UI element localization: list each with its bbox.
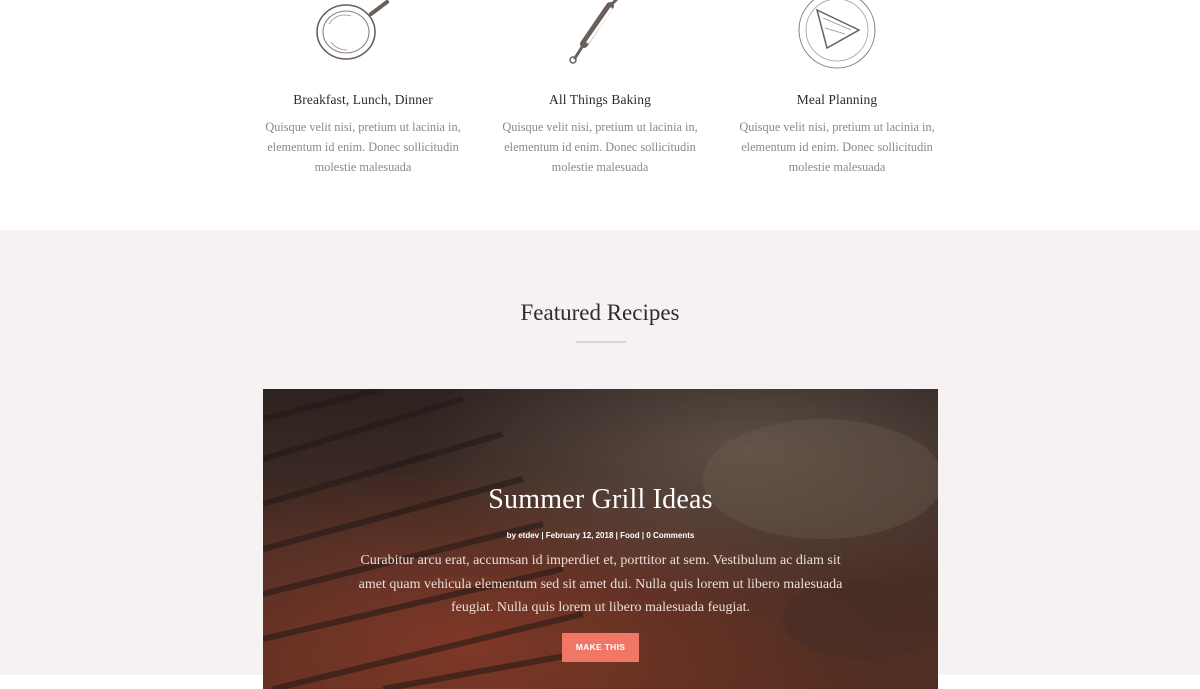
post-category[interactable]: Food bbox=[620, 531, 640, 540]
make-this-button[interactable]: MAKE THIS bbox=[562, 632, 639, 662]
section-divider bbox=[576, 341, 626, 343]
post-content: Summer Grill Ideas by etdev | February 1… bbox=[263, 484, 938, 662]
post-meta: by etdev | February 12, 2018 | Food | 0 … bbox=[506, 531, 695, 540]
feature-text: Quisque velit nisi, pretium ut lacinia i… bbox=[739, 120, 935, 174]
rolling-pin-icon bbox=[569, 0, 619, 64]
plate-icon bbox=[798, 0, 876, 69]
post-excerpt: Curabitur arcu erat, accumsan id imperdi… bbox=[358, 553, 843, 615]
featured-recipes-section: Featured Recipes Summer Grill Ideas by e… bbox=[0, 230, 1200, 689]
services-section: Breakfast, Lunch, Dinner Quisque velit n… bbox=[0, 0, 1200, 230]
section-title: Featured Recipes bbox=[520, 300, 680, 325]
feature-breakfast-lunch-dinner: Breakfast, Lunch, Dinner Quisque velit n… bbox=[263, 0, 463, 177]
feature-title: Breakfast, Lunch, Dinner bbox=[293, 92, 433, 107]
post-comments[interactable]: 0 Comments bbox=[646, 531, 694, 540]
feature-meal-planning: Meal Planning Quisque velit nisi, pretiu… bbox=[737, 0, 937, 177]
feature-text: Quisque velit nisi, pretium ut lacinia i… bbox=[265, 120, 461, 174]
post-date: February 12, 2018 bbox=[545, 531, 614, 540]
post-author[interactable]: etdev bbox=[518, 531, 539, 540]
feature-title: All Things Baking bbox=[549, 92, 651, 107]
feature-text: Quisque velit nisi, pretium ut lacinia i… bbox=[502, 120, 698, 174]
feature-title: Meal Planning bbox=[796, 92, 878, 107]
frying-pan-icon bbox=[316, 0, 389, 60]
feature-all-things-baking: All Things Baking Quisque velit nisi, pr… bbox=[500, 0, 700, 177]
post-title[interactable]: Summer Grill Ideas bbox=[263, 484, 938, 516]
featured-post-card[interactable]: Summer Grill Ideas by etdev | February 1… bbox=[263, 389, 938, 689]
